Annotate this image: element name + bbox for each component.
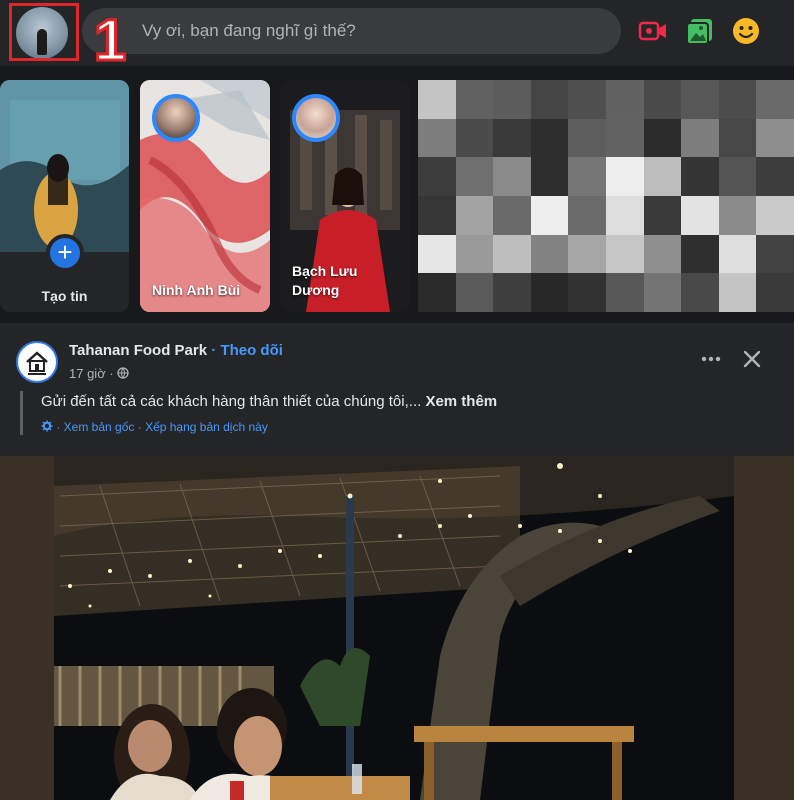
story-card[interactable]: Bạch Lưu Dương: [280, 80, 410, 312]
composer-placeholder: Vy ơi, bạn đang nghĩ gì thế?: [142, 21, 356, 40]
step-number-label: 1: [92, 8, 127, 73]
story-author-name: Bạch Lưu Dương: [292, 263, 358, 298]
rate-translation-link[interactable]: Xếp hạng bản dịch này: [145, 420, 268, 434]
page-name-link[interactable]: Tahanan Food Park: [69, 342, 207, 359]
globe-icon: [117, 367, 129, 379]
post-timestamp[interactable]: 17 giờ: [69, 366, 106, 381]
story-author-name: Ninh Anh Bùi: [152, 282, 241, 298]
step-highlight-box: [9, 3, 79, 61]
create-story-label: Tạo tin: [41, 288, 88, 304]
feeling-emoji-icon[interactable]: [731, 16, 761, 46]
post-meta: 17 giờ ·: [69, 366, 129, 381]
post-composer: Vy ơi, bạn đang nghĩ gì thế? 1: [0, 0, 794, 71]
post-body: Gửi đến tất cả các khách hàng thân thiết…: [41, 393, 422, 410]
post-header: Tahanan Food Park · Theo dõi 17 giờ · Gử…: [0, 323, 794, 453]
story-author-avatar: [292, 94, 340, 142]
post-page-title: Tahanan Food Park · Theo dõi: [69, 342, 283, 359]
gear-icon: [41, 420, 53, 432]
page-logo[interactable]: [16, 341, 58, 383]
story-card[interactable]: Ninh Anh Bùi: [140, 80, 270, 312]
create-story-photo: [0, 80, 129, 252]
feed-post: Tahanan Food Park · Theo dõi 17 giờ · Gử…: [0, 323, 794, 800]
add-story-icon[interactable]: +: [46, 234, 84, 272]
close-icon[interactable]: [740, 347, 764, 371]
post-text: Gửi đến tất cả các khách hàng thân thiết…: [41, 393, 497, 410]
pixelated-story-card[interactable]: [418, 80, 794, 312]
follow-link[interactable]: Theo dõi: [220, 342, 283, 359]
house-logo-icon: [26, 351, 48, 375]
whats-on-your-mind-input[interactable]: Vy ơi, bạn đang nghĩ gì thế?: [82, 8, 621, 54]
translation-links: · Xem bản gốc · Xếp hạng bản dịch này: [41, 420, 268, 434]
separator-dot: ·: [207, 342, 221, 359]
post-photo[interactable]: [0, 456, 794, 800]
create-story-card[interactable]: + Tạo tin: [0, 80, 129, 312]
translation-quote-bar: [20, 391, 23, 435]
stories-tray: + Tạo tin Ninh Anh Bùi Bạch Lưu Dương: [0, 66, 794, 323]
live-video-icon[interactable]: [638, 16, 668, 46]
more-options-icon[interactable]: [700, 351, 722, 367]
see-more-link[interactable]: Xem thêm: [425, 393, 497, 410]
story-author-avatar: [152, 94, 200, 142]
photo-video-icon[interactable]: [685, 16, 715, 46]
view-original-link[interactable]: Xem bản gốc: [64, 420, 135, 434]
